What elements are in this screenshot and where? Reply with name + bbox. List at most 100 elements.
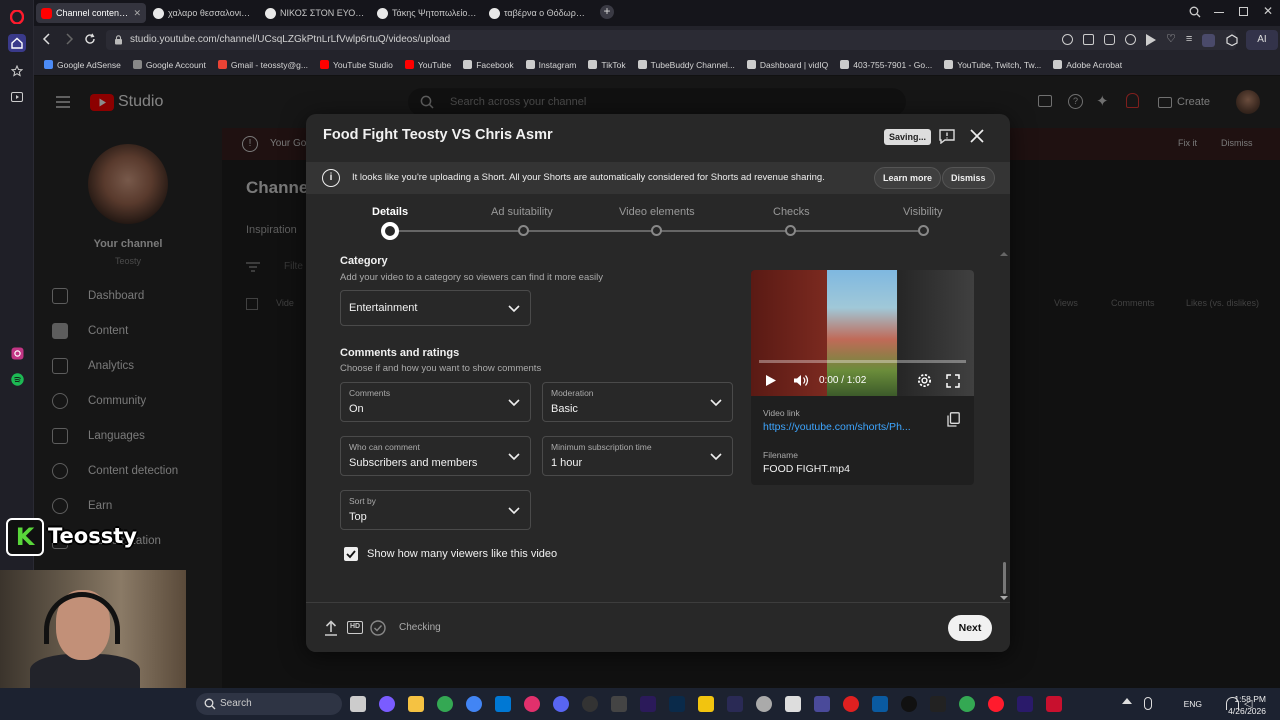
tab-google-search[interactable]: Τάκης Ψητοπωλείο - Goo bbox=[372, 3, 482, 23]
chrome-icon[interactable] bbox=[959, 696, 975, 712]
scroll-up-icon[interactable] bbox=[1000, 252, 1008, 256]
extensions-icon[interactable] bbox=[1226, 31, 1240, 49]
bookmark[interactable]: Google Account bbox=[132, 60, 206, 70]
step-dot-checks[interactable] bbox=[785, 225, 796, 236]
heart-icon[interactable]: ♡ bbox=[1166, 34, 1176, 47]
player-icon[interactable] bbox=[8, 88, 26, 106]
tab-google-search[interactable]: ΝΙΚΟΣ ΣΤΟΝ ΕΥΟΣΜΟ - G bbox=[260, 3, 370, 23]
tab-search-icon[interactable] bbox=[1189, 6, 1201, 18]
learn-more-button[interactable]: Learn more bbox=[874, 167, 942, 189]
home-icon[interactable] bbox=[8, 34, 26, 52]
copilot-icon[interactable] bbox=[379, 696, 395, 712]
bookmark[interactable]: Facebook bbox=[463, 60, 514, 70]
sort-by-select[interactable]: Sort by Top bbox=[340, 490, 531, 530]
premiere-icon[interactable] bbox=[727, 696, 743, 712]
tab-google-search[interactable]: ταβέρνα ο Θόδωρος - Go bbox=[484, 3, 594, 23]
ai-button[interactable]: AI bbox=[1246, 30, 1278, 50]
bookmark[interactable]: Google AdSense bbox=[44, 60, 121, 70]
show-likes-checkbox[interactable] bbox=[344, 547, 358, 561]
settings-icon[interactable] bbox=[756, 696, 772, 712]
snipping-tool-icon[interactable] bbox=[785, 696, 801, 712]
step-visibility[interactable]: Visibility bbox=[903, 206, 943, 218]
bookmark[interactable]: 403-755-7901 - Go... bbox=[840, 60, 932, 70]
bookmark[interactable]: TikTok bbox=[588, 60, 626, 70]
step-dot-details[interactable] bbox=[381, 222, 399, 240]
task-view-icon[interactable] bbox=[350, 696, 366, 712]
minimize-icon[interactable] bbox=[1214, 12, 1224, 13]
edit-icon[interactable] bbox=[1083, 34, 1094, 45]
video-progress-bar[interactable] bbox=[759, 360, 966, 363]
profile-icon[interactable] bbox=[1202, 34, 1216, 47]
bookmark[interactable]: Instagram bbox=[525, 60, 576, 70]
maximize-icon[interactable] bbox=[1239, 7, 1248, 16]
show-likes-label[interactable]: Show how many viewers like this video bbox=[367, 548, 557, 560]
feedback-icon[interactable] bbox=[939, 129, 955, 144]
app-icon[interactable] bbox=[814, 696, 830, 712]
chrome-icon[interactable] bbox=[437, 696, 453, 712]
file-explorer-icon[interactable] bbox=[408, 696, 424, 712]
zoom-icon[interactable] bbox=[1062, 34, 1073, 45]
bookmark[interactable]: Gmail - teossty@g... bbox=[217, 60, 308, 70]
back-icon[interactable] bbox=[42, 33, 52, 45]
store-icon[interactable] bbox=[495, 696, 511, 712]
bookmark[interactable]: TubeBuddy Channel... bbox=[637, 60, 735, 70]
app-icon[interactable] bbox=[698, 696, 714, 712]
premiere-icon[interactable] bbox=[1017, 696, 1033, 712]
language-indicator[interactable]: ENG bbox=[1184, 699, 1202, 709]
step-video-elements[interactable]: Video elements bbox=[619, 206, 695, 218]
record-icon[interactable] bbox=[843, 696, 859, 712]
opera-logo-icon[interactable] bbox=[8, 8, 26, 26]
close-dialog-icon[interactable] bbox=[970, 129, 984, 143]
tray-chevron-icon[interactable] bbox=[1122, 698, 1132, 704]
who-can-comment-select[interactable]: Who can comment Subscribers and members bbox=[340, 436, 531, 476]
opera-icon[interactable] bbox=[988, 696, 1004, 712]
moderation-select[interactable]: Moderation Basic bbox=[542, 382, 733, 422]
comments-select[interactable]: Comments On bbox=[340, 382, 531, 422]
dialog-scrollbar[interactable] bbox=[1003, 562, 1006, 594]
photoshop-icon[interactable] bbox=[669, 696, 685, 712]
instagram-icon[interactable] bbox=[524, 696, 540, 712]
star-icon[interactable] bbox=[8, 62, 26, 80]
premiere-icon[interactable] bbox=[640, 696, 656, 712]
obs-icon[interactable] bbox=[582, 696, 598, 712]
shield-icon[interactable] bbox=[1125, 34, 1136, 45]
tab-google-search[interactable]: χαλαρο θεσσαλονικη - Go bbox=[148, 3, 258, 23]
scroll-down-icon[interactable] bbox=[1000, 596, 1008, 600]
step-ad-suitability[interactable]: Ad suitability bbox=[491, 206, 553, 218]
bookmark[interactable]: Adobe Acrobat bbox=[1053, 60, 1122, 70]
play-icon[interactable] bbox=[1146, 34, 1156, 46]
category-select[interactable]: Entertainment bbox=[340, 290, 531, 326]
bookmark[interactable]: YouTube bbox=[404, 60, 451, 70]
discord-icon[interactable] bbox=[553, 696, 569, 712]
system-clock[interactable]: 1:58 PM 4/26/2026 bbox=[1228, 693, 1266, 717]
dismiss-notice-button[interactable]: Dismiss bbox=[942, 167, 995, 189]
video-thumbnail[interactable]: 0:00 / 1:02 bbox=[751, 270, 974, 396]
taskbar-search[interactable]: Search bbox=[196, 693, 342, 715]
tab-youtube-studio[interactable]: Channel content - YouTub ✕ bbox=[36, 3, 146, 23]
microphone-icon[interactable] bbox=[1144, 697, 1152, 710]
step-checks[interactable]: Checks bbox=[773, 206, 810, 218]
tiktok-icon[interactable] bbox=[901, 696, 917, 712]
close-tab-icon[interactable]: ✕ bbox=[133, 8, 141, 19]
minimum-subscription-select[interactable]: Minimum subscription time 1 hour bbox=[542, 436, 733, 476]
next-button[interactable]: Next bbox=[948, 615, 992, 641]
new-tab-button[interactable]: + bbox=[600, 5, 614, 19]
app-icon[interactable] bbox=[611, 696, 627, 712]
step-dot-ad-suitability[interactable] bbox=[518, 225, 529, 236]
video-link[interactable]: https://youtube.com/shorts/Ph... bbox=[763, 421, 911, 433]
menu-icon[interactable]: ≡ bbox=[1186, 34, 1192, 47]
camera-icon[interactable] bbox=[1104, 34, 1115, 45]
bookmark[interactable]: YouTube, Twitch, Tw... bbox=[944, 60, 1041, 70]
acrobat-icon[interactable] bbox=[1046, 696, 1062, 712]
step-dot-visibility[interactable] bbox=[918, 225, 929, 236]
instagram-icon[interactable] bbox=[8, 344, 26, 362]
lock-icon[interactable] bbox=[114, 35, 123, 45]
forward-icon[interactable] bbox=[64, 33, 74, 45]
chrome-icon[interactable] bbox=[466, 696, 482, 712]
reload-icon[interactable] bbox=[84, 33, 96, 45]
bookmark[interactable]: YouTube Studio bbox=[319, 60, 393, 70]
step-dot-video-elements[interactable] bbox=[651, 225, 662, 236]
mail-icon[interactable] bbox=[872, 696, 888, 712]
bookmark[interactable]: Dashboard | vidIQ bbox=[746, 60, 828, 70]
step-details[interactable]: Details bbox=[372, 206, 408, 218]
